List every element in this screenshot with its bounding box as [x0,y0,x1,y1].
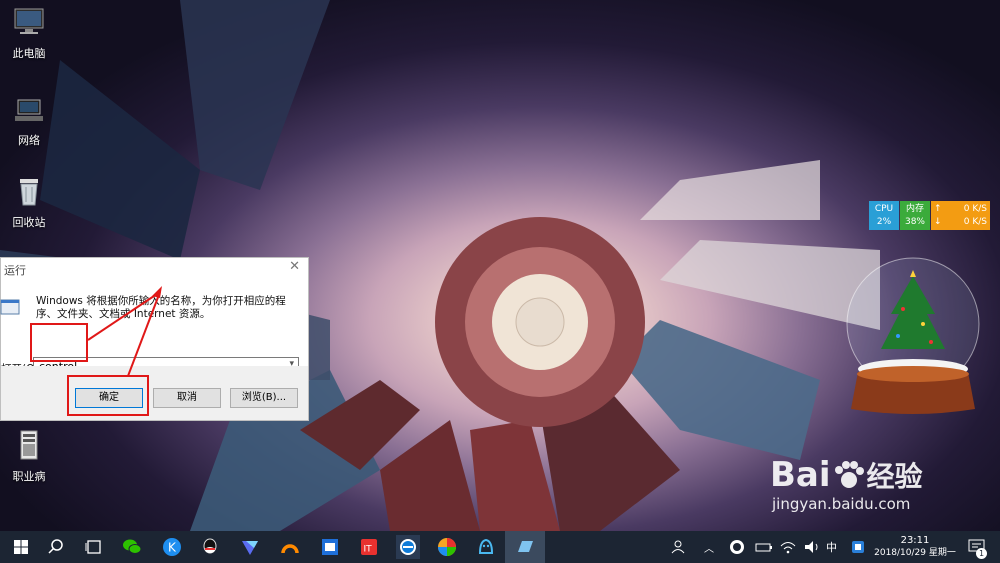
clock[interactable]: 23:11 2018/10/29 星期一 [870,534,960,560]
windows-start-icon[interactable] [9,535,33,559]
baidu-jingyan-watermark: Bai 经验 jingyan.baidu.com [770,455,923,513]
watermark-url: jingyan.baidu.com [772,495,911,513]
clock-time: 23:11 [900,535,930,546]
desktop: 此电脑 网络 回收站 职业病 CPU 2% 内存 38% ↑ 0 K/S ↓ 0… [0,0,1000,531]
clock-date: 2018/10/29 星期一 [874,548,956,558]
people-icon[interactable] [668,535,692,559]
office-icon[interactable] [318,535,342,559]
watermark-brand: Bai [770,455,831,495]
bird-app-icon[interactable] [474,535,498,559]
qq-icon[interactable] [198,535,222,559]
wechat-icon[interactable] [120,535,144,559]
battery-icon[interactable] [752,535,776,559]
feishu-icon[interactable] [238,535,262,559]
annotation-arrows [87,286,162,377]
active-window-button[interactable] [505,531,545,563]
news-app-icon[interactable]: IT [357,535,381,559]
tray-app-icon[interactable] [725,535,749,559]
notification-count-badge: 1 [976,548,987,559]
ime-settings-icon[interactable] [846,535,870,559]
search-icon[interactable] [44,535,68,559]
active-window-icon [518,541,533,552]
k-app-icon[interactable]: K [160,535,184,559]
svg-text:IT: IT [364,545,373,555]
paw-logo-icon [834,461,864,488]
task-view-icon[interactable] [82,535,106,559]
taskbar: K IT ︿ 中 23:11 2018/10/29 星期一 1 [0,531,1000,563]
photos-icon[interactable] [435,535,459,559]
wifi-icon[interactable] [776,535,800,559]
volume-icon[interactable] [800,535,824,559]
ring-app-icon[interactable] [278,535,302,559]
ime-language-indicator[interactable]: 中 [826,539,837,555]
svg-text:K: K [168,541,177,555]
watermark-brand-cn: 经验 [866,460,923,493]
edge-browser-icon[interactable] [396,535,420,559]
show-hidden-icons-chevron-icon[interactable]: ︿ [704,540,714,555]
